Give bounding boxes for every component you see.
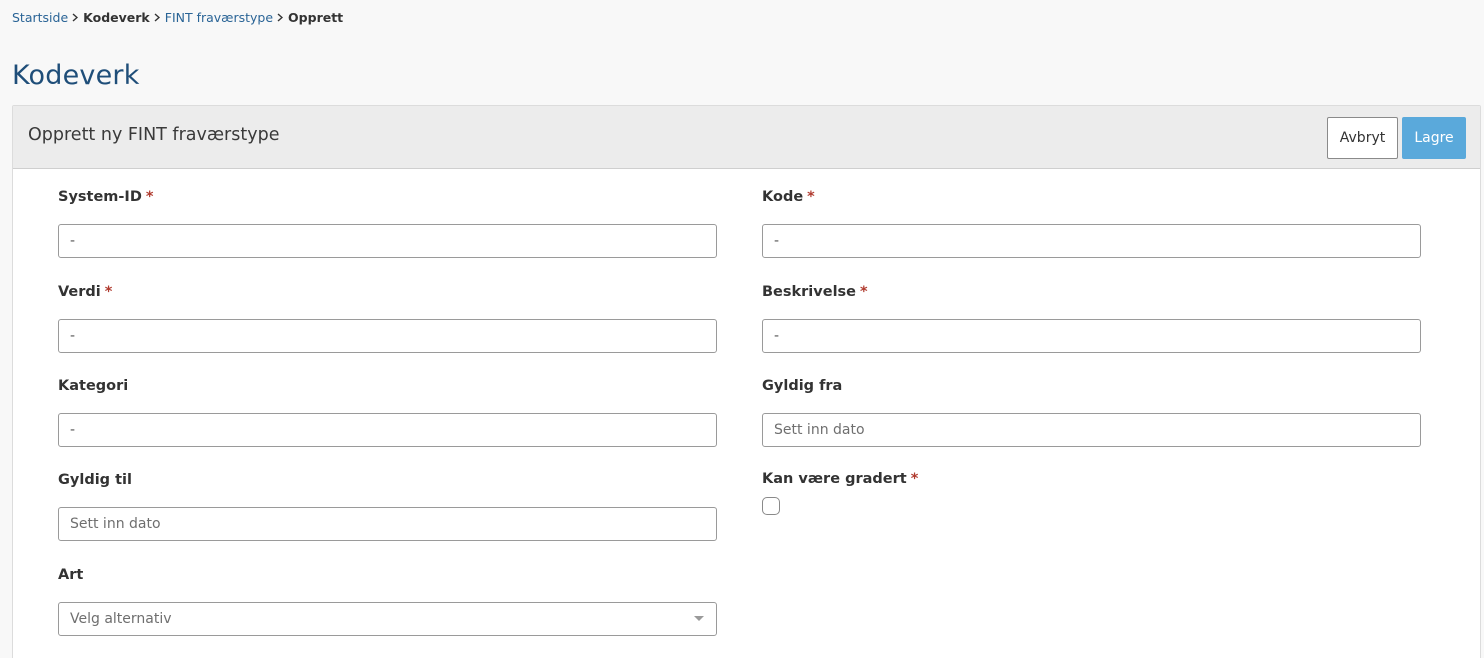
breadcrumb-fint-fravaerstype[interactable]: FINT fraværstype bbox=[165, 10, 273, 25]
field-label: Verdi * bbox=[58, 284, 113, 300]
field-label: Beskrivelse * bbox=[762, 284, 868, 300]
breadcrumb: Startside Kodeverk FINT fraværstype Oppr… bbox=[12, 9, 343, 25]
field-label: Gyldig til bbox=[58, 472, 132, 488]
chevron-right-icon bbox=[277, 12, 284, 22]
art-select[interactable]: Velg alternativ bbox=[58, 602, 717, 636]
field-label: Kan være gradert * bbox=[762, 471, 919, 487]
form-title: Opprett ny FINT fraværstype bbox=[28, 125, 280, 145]
breadcrumb-opprett: Opprett bbox=[288, 9, 344, 25]
field-verdi: Verdi * bbox=[58, 284, 717, 353]
required-marker: * bbox=[910, 471, 919, 487]
field-kategori: Kategori bbox=[58, 378, 717, 447]
field-gyldig-til: Gyldig til bbox=[58, 472, 717, 541]
kode-input[interactable] bbox=[762, 224, 1421, 258]
breadcrumb-kodeverk: Kodeverk bbox=[83, 9, 150, 25]
field-label: Gyldig fra bbox=[762, 378, 843, 394]
field-system-id: System-ID * bbox=[58, 189, 717, 258]
page-title: Kodeverk bbox=[12, 60, 140, 91]
art-select-placeholder: Velg alternativ bbox=[70, 611, 172, 627]
breadcrumb-startside[interactable]: Startside bbox=[12, 10, 68, 25]
field-art: Art Velg alternativ bbox=[58, 567, 717, 636]
kan-vaere-gradert-checkbox[interactable] bbox=[762, 497, 780, 515]
required-marker: * bbox=[145, 189, 154, 205]
gyldig-fra-date-input[interactable] bbox=[762, 413, 1421, 447]
system-id-input[interactable] bbox=[58, 224, 717, 258]
required-marker: * bbox=[807, 189, 815, 205]
field-kan-vaere-gradert: Kan være gradert * bbox=[762, 471, 1421, 515]
beskrivelse-input[interactable] bbox=[762, 319, 1421, 353]
gyldig-til-date-input[interactable] bbox=[58, 507, 717, 541]
verdi-input[interactable] bbox=[58, 319, 717, 353]
caret-down-icon bbox=[694, 616, 704, 621]
cancel-button[interactable]: Avbryt bbox=[1327, 117, 1398, 159]
field-gyldig-fra: Gyldig fra bbox=[762, 378, 1421, 447]
create-form-card: Opprett ny FINT fraværstype Avbryt Lagre… bbox=[12, 105, 1481, 658]
field-label: Kode * bbox=[762, 189, 815, 205]
kategori-input[interactable] bbox=[58, 413, 717, 447]
save-button[interactable]: Lagre bbox=[1402, 117, 1466, 159]
field-kode: Kode * bbox=[762, 189, 1421, 258]
chevron-right-icon bbox=[154, 12, 160, 22]
field-beskrivelse: Beskrivelse * bbox=[762, 284, 1421, 353]
chevron-right-icon bbox=[72, 12, 79, 22]
required-marker: * bbox=[104, 284, 113, 300]
field-label: Kategori bbox=[58, 378, 129, 394]
field-label: System-ID * bbox=[58, 189, 154, 205]
card-header: Opprett ny FINT fraværstype Avbryt Lagre bbox=[13, 106, 1480, 169]
field-label: Art bbox=[58, 567, 84, 583]
required-marker: * bbox=[860, 284, 868, 300]
